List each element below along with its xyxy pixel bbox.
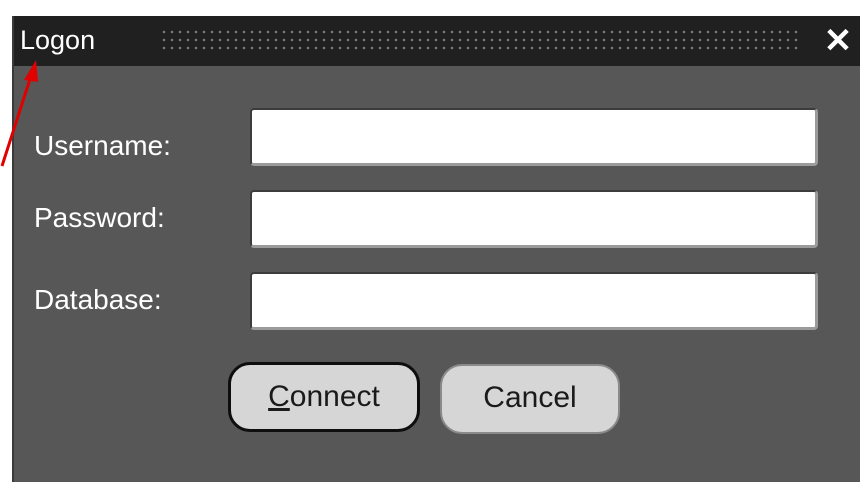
database-field[interactable] <box>250 272 818 330</box>
connect-mnemonic: C <box>268 380 290 413</box>
logon-dialog: Logon ✕ <box>12 16 860 482</box>
close-icon[interactable]: ✕ <box>818 22 858 60</box>
connect-button[interactable]: Connect <box>228 362 420 432</box>
window-title: Logon <box>20 25 96 55</box>
password-field[interactable] <box>250 190 818 248</box>
database-label: Database: <box>34 284 162 315</box>
title-bar[interactable]: Logon ✕ <box>14 16 860 66</box>
cancel-button[interactable]: Cancel <box>440 364 620 434</box>
username-field[interactable] <box>250 108 818 166</box>
title-bar-grip <box>160 28 798 52</box>
connect-label: onnect <box>289 380 380 413</box>
username-label: Username: <box>34 130 171 161</box>
password-label: Password: <box>34 202 165 233</box>
